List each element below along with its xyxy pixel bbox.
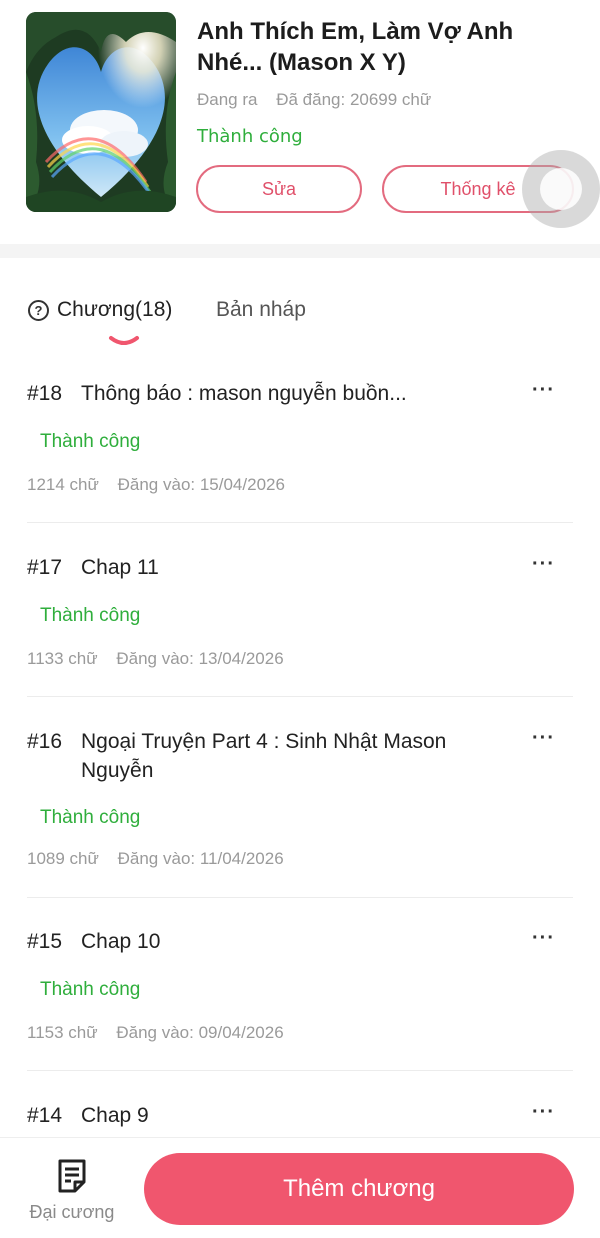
help-icon[interactable]: ? [28, 299, 49, 321]
chapter-word-count: 1133 chữ [27, 649, 98, 668]
chapter-row[interactable]: #14 Chap 9 ··· [27, 1101, 573, 1130]
chapter-row[interactable]: #18 Thông báo : mason nguyễn buồn... ···… [27, 379, 573, 494]
row-separator [27, 522, 573, 523]
row-separator [27, 1070, 573, 1071]
book-header: Anh Thích Em, Làm Vợ Anh Nhé... (Mason X… [0, 0, 600, 244]
chapter-number: #18 [27, 382, 63, 405]
chapter-word-count: 1153 chữ [27, 1023, 98, 1042]
chapter-word-count: 1089 chữ [27, 849, 99, 868]
more-options-icon[interactable]: ··· [532, 927, 555, 950]
chapter-title: Thông báo : mason nguyễn buồn... [81, 382, 407, 405]
chapter-status: Thành công [40, 807, 141, 828]
chapter-title: Chap 11 [81, 556, 159, 579]
more-options-icon[interactable]: ··· [532, 553, 555, 576]
chapter-number: #15 [27, 930, 63, 953]
row-separator [27, 696, 573, 697]
chapter-posted-date: Đăng vào: 09/04/2026 [116, 1023, 284, 1042]
chapter-posted-date: Đăng vào: 13/04/2026 [116, 649, 284, 668]
chapter-word-count: 1214 chữ [27, 475, 99, 494]
more-options-icon[interactable]: ··· [532, 379, 555, 402]
cover-artwork [26, 12, 176, 212]
book-state: Đang ra [197, 90, 258, 109]
book-meta: Đang ra Đã đăng: 20699 chữ [197, 90, 431, 110]
chapter-meta: 1153 chữ Đăng vào: 09/04/2026 [27, 1023, 284, 1043]
tab-drafts[interactable]: Bản nháp [216, 298, 306, 322]
chapter-number: #14 [27, 1104, 63, 1127]
chapter-status: Thành công [40, 605, 141, 626]
chapter-title: Chap 10 [81, 930, 161, 953]
bottom-action-bar: Đại cương Thêm chương [0, 1137, 600, 1238]
chapter-status: Thành công [40, 979, 141, 1000]
chapter-meta: 1133 chữ Đăng vào: 13/04/2026 [27, 649, 284, 669]
outline-document-icon [58, 1159, 86, 1193]
chapter-meta: 1089 chữ Đăng vào: 11/04/2026 [27, 849, 284, 869]
tab-chapters[interactable]: ? Chương(18) [28, 298, 172, 322]
chapter-row[interactable]: #15 Chap 10 ··· Thành công 1153 chữ Đăng… [27, 927, 573, 1042]
book-word-count: Đã đăng: 20699 chữ [276, 90, 432, 109]
chapter-posted-date: Đăng vào: 15/04/2026 [117, 475, 285, 494]
chapter-posted-date: Đăng vào: 11/04/2026 [117, 849, 284, 868]
row-separator [27, 897, 573, 898]
outline-label: Đại cương [29, 1202, 115, 1222]
chapter-meta: 1214 chữ Đăng vào: 15/04/2026 [27, 475, 285, 495]
book-cover-image[interactable] [26, 12, 176, 212]
section-divider [0, 244, 600, 258]
active-tab-indicator [109, 336, 139, 345]
chapter-number: #16 [27, 730, 63, 753]
chapter-row[interactable]: #17 Chap 11 ··· Thành công 1133 chữ Đăng… [27, 553, 573, 668]
more-options-icon[interactable]: ··· [532, 1101, 555, 1124]
touch-ripple [522, 150, 600, 228]
more-options-icon[interactable]: ··· [532, 727, 555, 750]
tab-chapters-label: Chương(18) [57, 298, 173, 321]
chapter-title: Chap 9 [81, 1104, 149, 1127]
book-title: Anh Thích Em, Làm Vợ Anh Nhé... (Mason X… [197, 18, 514, 76]
chapter-title: Ngoại Truyện Part 4 : Sinh Nhật Mason Ng… [81, 730, 447, 782]
add-chapter-button[interactable]: Thêm chương [144, 1153, 574, 1225]
chapter-row[interactable]: #16 Ngoại Truyện Part 4 : Sinh Nhật Maso… [27, 727, 573, 868]
chapter-number: #17 [27, 556, 63, 579]
outline-button[interactable]: Đại cương [22, 1156, 122, 1226]
edit-button[interactable]: Sửa [196, 165, 362, 213]
book-status: Thành công [197, 126, 303, 147]
chapter-status: Thành công [40, 431, 141, 452]
